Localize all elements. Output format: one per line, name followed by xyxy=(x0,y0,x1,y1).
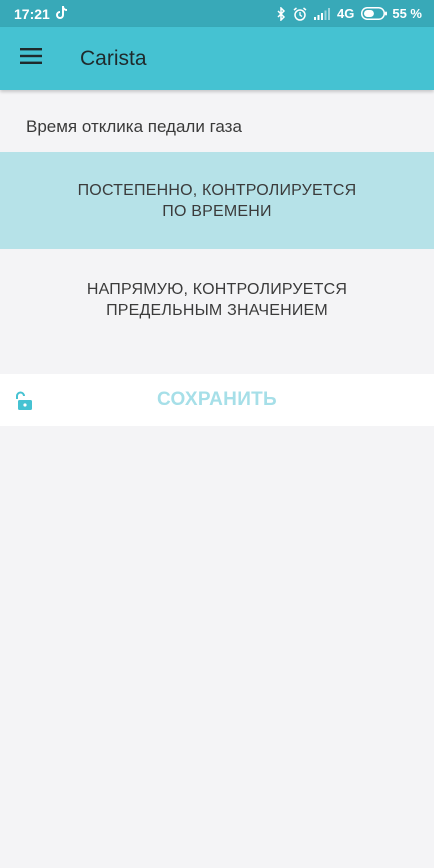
app-bar: Carista xyxy=(0,27,434,90)
menu-button[interactable] xyxy=(0,27,62,90)
battery-indicator: 55 % xyxy=(361,6,422,21)
app-title: Carista xyxy=(80,46,147,70)
save-button[interactable]: СОХРАНИТЬ xyxy=(0,389,434,411)
bluetooth-icon xyxy=(277,6,286,21)
option-label: НАПРЯМУЮ, КОНТРОЛИРУЕТСЯ ПРЕДЕЛЬНЫМ ЗНАЧ… xyxy=(86,281,348,319)
setting-title: Время отклика педали газа xyxy=(26,117,242,136)
save-bar: СОХРАНИТЬ xyxy=(0,374,434,426)
network-type: 4G xyxy=(337,6,355,21)
tiktok-icon xyxy=(55,5,67,22)
unlock-icon[interactable] xyxy=(13,391,33,411)
hamburger-menu-icon xyxy=(20,48,42,69)
status-bar: 17:21 4G 55 % xyxy=(0,0,434,27)
option-label: ПОСТЕПЕННО, КОНТРОЛИРУЕТСЯ ПО ВРЕМЕНИ xyxy=(77,181,357,220)
signal-icon xyxy=(314,7,331,20)
option-gradual-time-controlled[interactable]: ПОСТЕПЕННО, КОНТРОЛИРУЕТСЯ ПО ВРЕМЕНИ xyxy=(0,152,434,249)
status-time: 17:21 xyxy=(14,5,50,22)
alarm-icon xyxy=(293,6,307,21)
battery-icon xyxy=(361,7,388,20)
battery-percent: 55 % xyxy=(392,6,422,21)
option-direct-limit-controlled[interactable]: НАПРЯМУЮ, КОНТРОЛИРУЕТСЯ ПРЕДЕЛЬНЫМ ЗНАЧ… xyxy=(0,250,434,350)
